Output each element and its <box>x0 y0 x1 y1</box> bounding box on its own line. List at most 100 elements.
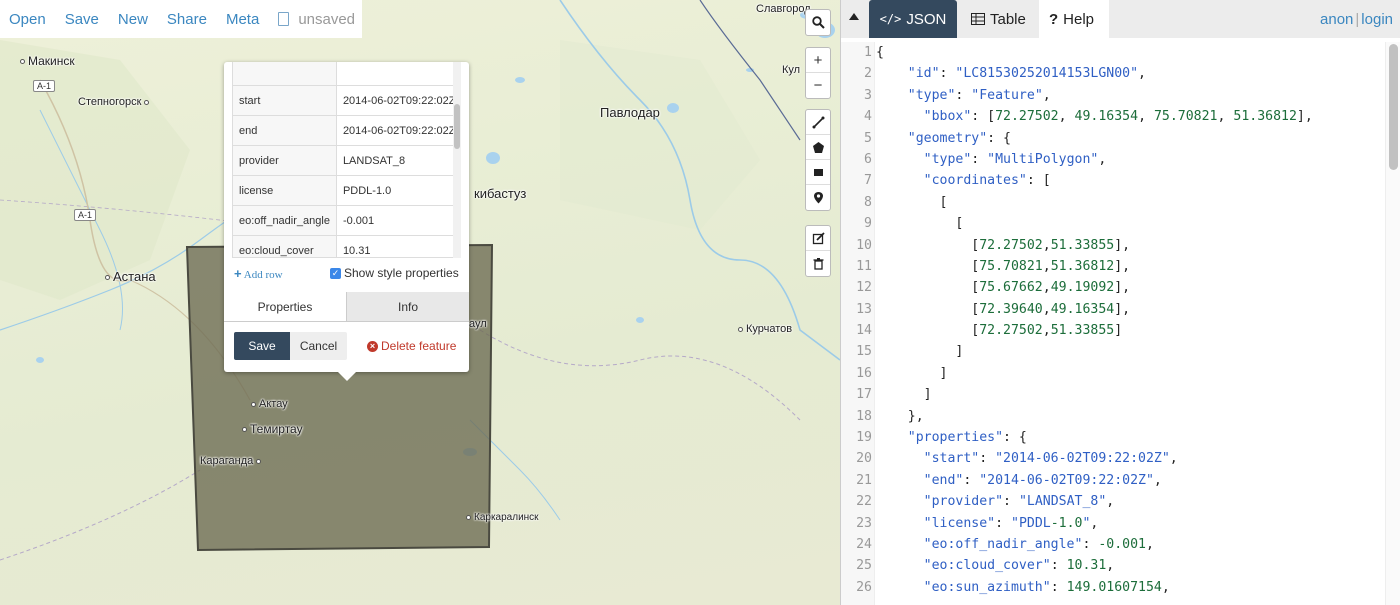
code-text: "coordinates": [ <box>923 173 1051 189</box>
code-text: { <box>876 45 884 60</box>
user-name-link[interactable]: anon <box>1320 11 1353 28</box>
draw-polygon-icon[interactable] <box>806 135 830 160</box>
code-text: "license": "PDDL-1.0", <box>923 515 1099 531</box>
code-text: "properties": { <box>907 430 1027 446</box>
properties-table: start 2014-06-02T09:22:02Z end 2014-06-02T0… <box>232 62 461 257</box>
zoom-out-button[interactable]: − <box>806 73 830 98</box>
line-number: 11 <box>856 258 872 274</box>
property-value[interactable]: -0.001 <box>335 205 461 236</box>
draw-toolbar <box>805 109 831 211</box>
line-number: 2 <box>864 66 872 82</box>
code-text: }, <box>876 408 924 424</box>
city-ekibastuz: кибастуз <box>474 186 527 201</box>
meta-menu[interactable]: Meta <box>226 11 259 28</box>
line-number: 13 <box>856 301 872 317</box>
city-karaganda: Караганда <box>200 455 264 467</box>
code-text: "eo:off_nadir_angle": -0.001, <box>923 536 1154 552</box>
delete-feature-button[interactable]: × Delete feature <box>367 339 456 353</box>
line-number: 20 <box>856 451 872 467</box>
property-value[interactable]: 10.31 <box>335 235 461 257</box>
edit-icon[interactable] <box>806 226 830 251</box>
tab-info[interactable]: Info <box>346 292 469 321</box>
open-menu[interactable]: Open <box>9 11 46 28</box>
json-editor[interactable]: 1{2 "id": "LC81530252014153LGN00", 3 "typ… <box>841 42 1400 605</box>
code-text: [75.67662,49.19092], <box>876 280 1131 296</box>
code-text: "start": "2014-06-02T09:22:02Z", <box>923 451 1178 467</box>
save-menu[interactable]: Save <box>65 11 99 28</box>
code-text: "eo:sun_azimuth": 149.01607154, <box>923 579 1170 595</box>
city-stepnogorsk: Степногорск <box>78 96 152 108</box>
code-line: 12 [75.67662,49.19092], <box>841 277 1400 298</box>
property-value[interactable]: PDDL-1.0 <box>335 175 461 206</box>
property-value[interactable]: 2014-06-02T09:22:02Z <box>335 85 461 116</box>
property-value[interactable]: 2014-06-02T09:22:02Z <box>335 115 461 146</box>
collapse-icon[interactable] <box>849 13 859 20</box>
city-astana: Астана <box>105 269 156 284</box>
code-line: 25 "eo:cloud_cover": 10.31, <box>841 555 1400 576</box>
close-circle-icon: × <box>367 340 378 352</box>
property-key[interactable]: provider <box>232 145 337 176</box>
property-key[interactable] <box>232 62 337 86</box>
share-menu[interactable]: Share <box>167 11 207 28</box>
code-line: 23 "license": "PDDL-1.0", <box>841 513 1400 534</box>
question-icon: ? <box>1049 10 1059 28</box>
search-control[interactable] <box>805 9 831 36</box>
code-line: 3 "type": "Feature", <box>841 85 1400 106</box>
show-style-properties[interactable]: ✓ Show style properties <box>330 266 459 280</box>
code-line: 17 ] <box>841 384 1400 405</box>
code-text: [ <box>876 216 964 232</box>
editor-scrollbar[interactable] <box>1385 42 1400 605</box>
property-value[interactable]: LANDSAT_8 <box>335 145 461 176</box>
property-key[interactable]: start <box>232 85 337 116</box>
code-text: [72.27502,51.33855] <box>876 323 1123 339</box>
draw-line-icon[interactable] <box>806 110 830 135</box>
new-menu[interactable]: New <box>118 11 148 28</box>
tab-table[interactable]: Table <box>961 0 1036 38</box>
road-shield-a1: A-1 <box>74 209 97 221</box>
code-line: 20 "start": "2014-06-02T09:22:02Z", <box>841 448 1400 469</box>
line-number: 15 <box>856 344 872 360</box>
code-line: 9 [ <box>841 213 1400 234</box>
code-line: 8 [ <box>841 192 1400 213</box>
save-button[interactable]: Save <box>234 332 290 360</box>
city-kul: Кул <box>782 64 801 76</box>
login-link[interactable]: login <box>1361 11 1393 28</box>
zoom-in-button[interactable]: + <box>806 48 830 73</box>
city-karkaralinsk: Каркаралинск <box>466 512 539 523</box>
code-line: 1{ <box>841 42 1400 63</box>
tab-json[interactable]: </> JSON <box>869 0 957 38</box>
property-key[interactable]: eo:off_nadir_angle <box>232 205 337 236</box>
line-number: 10 <box>856 237 872 253</box>
plus-icon: + <box>234 266 242 281</box>
property-value[interactable] <box>335 62 461 86</box>
top-menu: Open Save New Share Meta unsaved <box>0 0 362 38</box>
property-key[interactable]: end <box>232 115 337 146</box>
checkbox-checked-icon[interactable]: ✓ <box>330 267 341 279</box>
city-aktau: Актау <box>251 398 288 410</box>
map-canvas[interactable]: Макинск Степногорск Павлодар кибастуз Ас… <box>0 0 840 605</box>
search-icon[interactable] <box>806 10 830 35</box>
line-number: 23 <box>856 515 872 531</box>
draw-marker-icon[interactable] <box>806 185 830 210</box>
code-line: 10 [72.27502,51.33855], <box>841 235 1400 256</box>
code-text: "eo:cloud_cover": 10.31, <box>923 558 1115 574</box>
cancel-button[interactable]: Cancel <box>290 332 347 360</box>
editor-pane: </> JSON Table ? Help anon | login 1{2 "id… <box>840 0 1400 605</box>
property-key[interactable]: eo:cloud_cover <box>232 235 337 257</box>
tab-properties[interactable]: Properties <box>224 292 346 321</box>
code-text: "end": "2014-06-02T09:22:02Z", <box>923 472 1162 488</box>
edit-toolbar <box>805 225 831 277</box>
property-key[interactable]: license <box>232 175 337 206</box>
tab-table-label: Table <box>990 10 1026 28</box>
trash-icon[interactable] <box>806 251 830 276</box>
tab-help[interactable]: ? Help <box>1039 0 1109 38</box>
code-line: 18 }, <box>841 406 1400 427</box>
add-row-label: Add row <box>243 269 283 281</box>
properties-scrollbar[interactable] <box>453 62 461 258</box>
add-row-button[interactable]: + Add row <box>234 266 283 281</box>
city-kurchatov: Курчатов <box>738 323 792 335</box>
code-line: 13 [72.39640,49.16354], <box>841 299 1400 320</box>
show-style-label: Show style properties <box>344 266 459 280</box>
line-number: 22 <box>856 494 872 510</box>
draw-rectangle-icon[interactable] <box>806 160 830 185</box>
